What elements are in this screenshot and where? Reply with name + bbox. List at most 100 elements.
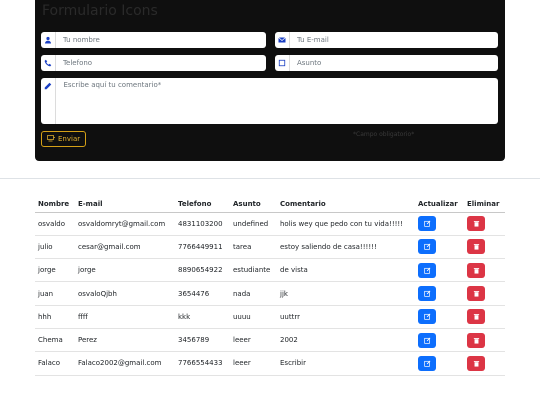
trash-icon: [473, 220, 480, 227]
cell-telefono: 4831103200: [175, 212, 230, 236]
cell-nombre: jorge: [35, 258, 75, 283]
section-divider: [0, 178, 540, 179]
delete-button[interactable]: [467, 332, 485, 348]
edit-button[interactable]: [418, 216, 436, 232]
delete-button[interactable]: [467, 262, 485, 278]
cell-telefono: kkk: [175, 305, 230, 329]
cell-eliminar: [464, 258, 505, 283]
cell-eliminar: [464, 351, 505, 376]
edit-icon: [423, 267, 431, 274]
table-row: juan osvaloQjbh 3654476 nada jjk: [35, 281, 505, 306]
required-note: *Campo obligatorio*: [353, 131, 415, 138]
trash-icon: [473, 313, 480, 320]
cell-eliminar: [464, 305, 505, 329]
table-row: Chema Perez 3456789 leeer 2002: [35, 328, 505, 353]
delete-button[interactable]: [467, 216, 485, 232]
phone-input[interactable]: [55, 55, 266, 71]
email-input[interactable]: [289, 32, 498, 48]
cell-telefono: 8890654922: [175, 258, 230, 283]
cell-nombre: julio: [35, 235, 75, 260]
header-eliminar: Eliminar: [464, 196, 505, 213]
edit-icon: [423, 360, 431, 367]
cell-eliminar: [464, 235, 505, 260]
phone-field[interactable]: [41, 55, 266, 71]
cell-asunto: leeer: [230, 328, 277, 353]
send-button[interactable]: Enviar: [41, 131, 87, 147]
header-comentario: Comentario: [277, 196, 415, 213]
edit-button[interactable]: [418, 309, 436, 325]
cell-email: jorge: [75, 258, 175, 283]
cell-actualizar: [415, 328, 464, 353]
cell-asunto: leeer: [230, 351, 277, 376]
contact-form-card: Formulario Icons Enviar: [35, 0, 505, 161]
cell-actualizar: [415, 212, 464, 236]
cell-asunto: estudiante: [230, 258, 277, 283]
edit-icon: [423, 243, 431, 251]
name-input[interactable]: [55, 32, 266, 48]
send-label: Enviar: [58, 135, 81, 143]
edit-button[interactable]: [418, 262, 436, 278]
cell-email: osvaloQjbh: [75, 281, 175, 306]
send-icon: [47, 134, 55, 144]
cell-comentario: jjk: [277, 281, 415, 306]
table-row: Falaco Falaco2002@gmail.com 7766554433 leee…: [35, 351, 505, 376]
header-asunto: Asunto: [230, 196, 277, 213]
table-row: hhh ffff kkk uuuu uuttrr: [35, 305, 505, 329]
delete-button[interactable]: [467, 309, 485, 325]
table-row: osvaldo osvaldomryt@gmail.com 4831103200 un…: [35, 212, 505, 236]
cell-nombre: Falaco: [35, 351, 75, 376]
edit-icon: [423, 337, 431, 344]
cell-nombre: hhh: [35, 305, 75, 329]
square-icon: [275, 55, 290, 71]
form-title: Formulario Icons: [42, 3, 158, 19]
cell-nombre: Chema: [35, 328, 75, 353]
edit-button[interactable]: [418, 332, 436, 348]
name-field[interactable]: [41, 32, 266, 48]
cell-nombre: osvaldo: [35, 212, 75, 236]
cell-actualizar: [415, 351, 464, 376]
trash-icon: [473, 337, 480, 344]
cell-email: ffff: [75, 305, 175, 329]
cell-actualizar: [415, 258, 464, 283]
delete-button[interactable]: [467, 239, 485, 255]
envelope-icon: [275, 32, 290, 48]
cell-eliminar: [464, 328, 505, 353]
cell-actualizar: [415, 305, 464, 329]
cell-telefono: 3456789: [175, 328, 230, 353]
edit-icon: [423, 313, 431, 321]
trash-icon: [473, 243, 480, 250]
cell-asunto: uuuu: [230, 305, 277, 329]
comment-input[interactable]: [56, 78, 498, 124]
cell-asunto: tarea: [230, 235, 277, 260]
cell-asunto: nada: [230, 281, 277, 306]
trash-icon: [473, 360, 480, 367]
edit-button[interactable]: [418, 286, 436, 302]
edit-button[interactable]: [418, 239, 436, 255]
edit-icon: [423, 290, 431, 297]
edit-button[interactable]: [418, 355, 436, 371]
cell-actualizar: [415, 281, 464, 306]
table-header-row: Nombre E-mail Telefono Asunto Comentario…: [35, 196, 505, 213]
trash-icon: [473, 267, 480, 274]
header-nombre: Nombre: [35, 196, 75, 213]
cell-telefono: 7766554433: [175, 351, 230, 376]
delete-button[interactable]: [467, 286, 485, 302]
cell-comentario: Escribir: [277, 351, 415, 376]
subject-field[interactable]: [275, 55, 498, 71]
email-field[interactable]: [275, 32, 498, 48]
cell-nombre: juan: [35, 281, 75, 306]
user-icon: [41, 32, 56, 48]
edit-icon: [423, 220, 431, 227]
cell-comentario: 2002: [277, 328, 415, 353]
cell-telefono: 3654476: [175, 281, 230, 306]
header-email: E-mail: [75, 196, 175, 213]
comment-field[interactable]: [41, 78, 498, 124]
cell-email: osvaldomryt@gmail.com: [75, 212, 175, 236]
records-table: Nombre E-mail Telefono Asunto Comentario…: [35, 196, 505, 376]
delete-button[interactable]: [467, 355, 485, 371]
cell-comentario: holis wey que pedo con tu vida!!!!!: [277, 212, 415, 236]
trash-icon: [473, 290, 480, 297]
cell-actualizar: [415, 235, 464, 260]
header-telefono: Telefono: [175, 196, 230, 213]
subject-input[interactable]: [289, 55, 498, 71]
